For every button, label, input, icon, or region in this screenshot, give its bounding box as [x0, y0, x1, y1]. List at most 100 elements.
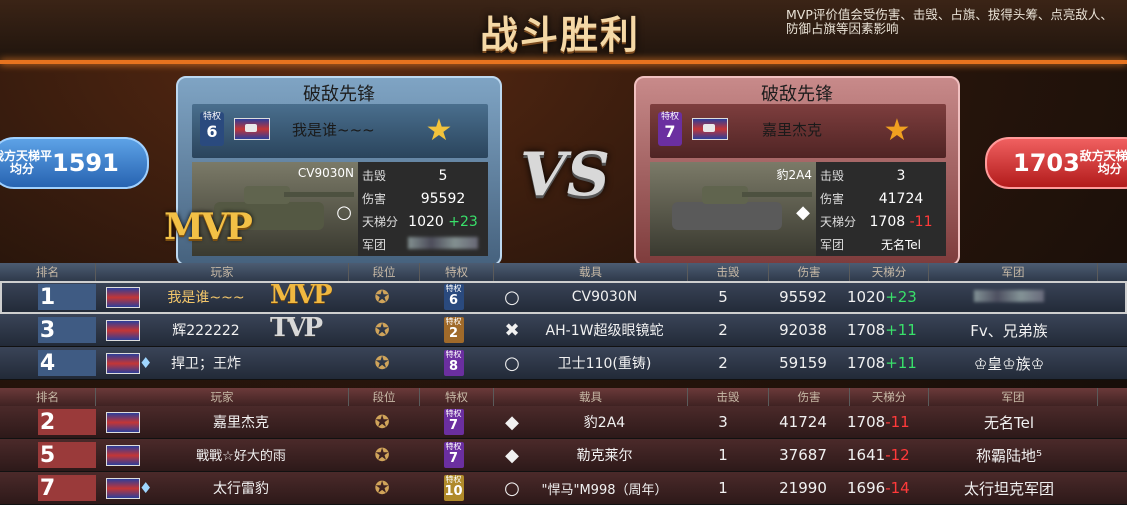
card-details: 豹2A4 ◆ 击毁 3 伤害 41724 天梯分 1708 -11 军团 无名Tel	[650, 162, 946, 256]
card-title: 破敌先锋	[761, 84, 833, 105]
kills-value: 1	[718, 446, 728, 464]
enemy-average-value: 1703	[1013, 149, 1080, 177]
stats: 击毁 3 伤害 41724 天梯分 1708 -11 军团 无名Tel	[820, 164, 944, 256]
header-kills: 击毁	[688, 263, 769, 281]
kills-value: 3	[718, 413, 728, 431]
ladder-value: 1708	[847, 321, 886, 339]
table-row[interactable]: 3 辉222222 TVP ✪ 特权 2 ✖ AH-1W超级眼镜蛇 2 92038 …	[0, 313, 1127, 347]
privilege-label: 特权	[202, 112, 221, 122]
privilege-badge: 特权 6	[443, 284, 464, 310]
header-rank: 排名	[0, 388, 96, 406]
vehicle-class-icon: ◆	[505, 444, 519, 466]
player-name: 嘉里杰克	[762, 121, 823, 139]
battle-result-title: 战斗胜利	[479, 12, 640, 57]
header-privilege: 特权	[420, 388, 494, 406]
player-name: 我是谁~~~	[292, 121, 375, 139]
damage-value: 41724	[779, 413, 827, 431]
card-player-row: 特权 6 我是谁~~~ ★	[192, 104, 488, 158]
tier-icon: ✪	[374, 444, 390, 466]
flag-icon	[692, 118, 728, 140]
card-title: 破敌先锋	[303, 84, 375, 105]
player-name: 捍卫；王炸	[171, 356, 241, 372]
table-row[interactable]: 4 ♦ 捍卫；王炸 ✪ 特权 8 ○ 卫士110(重铸) 2 59159 1708+…	[0, 347, 1127, 380]
mvp-note: MVP评价值会受伤害、击毁、占旗、拔得头筹、点亮敌人、防御占旗等因素影响	[786, 7, 1113, 36]
flag-icon	[106, 320, 140, 341]
mvp-badge-icon: MVP	[270, 280, 332, 310]
ladder-label: 天梯分	[820, 215, 857, 229]
damage-label: 伤害	[362, 192, 387, 206]
flag-icon	[106, 353, 140, 374]
player-name: 我是谁~~~	[167, 290, 245, 306]
ladder-delta: +11	[885, 354, 917, 372]
flag-icon	[106, 445, 140, 466]
damage-label: 伤害	[820, 192, 845, 206]
flag-icon	[106, 287, 140, 308]
table-row[interactable]: 1 我是谁~~~ MVP ✪ 特权 6 ○ CV9030N 5 95592 1020…	[0, 280, 1127, 314]
table-row[interactable]: 7 ♦ 太行雷豹 ✪ 特权 10 ○ "悍马"M998（周年） 1 21990 16…	[0, 472, 1127, 505]
guild-label: 军团	[820, 238, 845, 252]
rank-value: 1	[39, 284, 56, 310]
card-player-row: 特权 7 嘉里杰克 ★	[650, 104, 946, 158]
header-player: 玩家	[96, 388, 349, 406]
privilege-badge: 特权 6	[200, 112, 224, 146]
ladder-delta: -11	[909, 213, 933, 230]
privilege-level: 6	[206, 122, 218, 141]
ladder-value: 1708	[869, 213, 906, 230]
header-vehicle: 载具	[494, 388, 688, 406]
rank-value: 5	[39, 442, 56, 468]
ladder-value: 1696	[847, 479, 886, 497]
ladder-label: 天梯分	[362, 215, 399, 229]
table-row[interactable]: 2 嘉里杰克 ✪ 特权 7 ◆ 豹2A4 3 41724 1708-11 无名Tel	[0, 406, 1127, 439]
kills-value: 1	[718, 479, 728, 497]
guild-blurred	[408, 236, 478, 249]
flag-icon	[106, 478, 140, 499]
divider	[0, 60, 1127, 64]
enemy-top-card[interactable]: 破敌先锋 特权 7 嘉里杰克 ★ 豹2A4 ◆ 击毁 3 伤害 41724 天梯分 17…	[634, 76, 960, 266]
privilege-level: 2	[448, 326, 459, 341]
table-row[interactable]: 5 戰戰☆好大的雨 ✪ 特权 7 ◆ 勒克莱尔 1 37687 1641-12 称霸…	[0, 439, 1127, 472]
guild-blurred	[974, 290, 1044, 302]
guild-name: Fv、兄弟族	[970, 321, 1048, 340]
kills-value: 2	[718, 354, 728, 372]
privilege-level: 10	[444, 484, 463, 499]
damage-value: 59159	[779, 354, 827, 372]
guild-label: 军团	[362, 238, 387, 252]
enemy-table-header: 排名 玩家 段位 特权 载具 击毁 伤害 天梯分 军团	[0, 388, 1127, 406]
damage-value: 37687	[779, 446, 827, 464]
guild-name: 无名Tel	[983, 413, 1034, 432]
vehicle-name: CV9030N	[571, 289, 638, 305]
privilege-label: 特权	[445, 284, 462, 293]
ally-table-header: 排名 玩家 段位 特权 载具 击毁 伤害 天梯分 军团	[0, 263, 1127, 281]
ally-average-badge: 我方天梯平均分 1591	[0, 137, 149, 189]
privilege-level: 6	[448, 293, 459, 308]
damage-value: 21990	[779, 479, 827, 497]
ladder-value: 1708	[847, 413, 886, 431]
vs-logo: VS	[520, 140, 610, 210]
guild-name: 称霸陆地⁵	[975, 446, 1042, 465]
enemy-average-label: 敌方天梯平均分	[1079, 149, 1127, 176]
privilege-label: 特权	[445, 350, 462, 359]
privilege-level: 7	[448, 451, 459, 466]
privilege-badge: 特权 7	[443, 442, 464, 468]
tvp-badge-icon: TVP	[270, 313, 323, 343]
damage-value: 92038	[779, 321, 827, 339]
kills-label: 击毁	[820, 169, 845, 183]
player-name: 戰戰☆好大的雨	[196, 449, 286, 464]
header-ladder: 天梯分	[850, 388, 929, 406]
header-guild: 军团	[929, 388, 1098, 406]
vehicle-class-icon: ◆	[505, 411, 519, 433]
ally-average-value: 1591	[52, 149, 119, 177]
diamond-icon: ♦	[139, 479, 153, 497]
privilege-badge: 特权 7	[443, 409, 464, 435]
privilege-label: 特权	[445, 317, 462, 326]
privilege-label: 特权	[445, 442, 462, 451]
damage-value: 95592	[779, 288, 827, 306]
privilege-badge: 特权 2	[443, 317, 464, 343]
header-ladder: 天梯分	[850, 263, 929, 281]
guild-value: 无名Tel	[880, 238, 921, 252]
kills-value: 3	[896, 167, 906, 184]
rank-value: 7	[39, 475, 56, 501]
kills-value: 5	[718, 288, 728, 306]
ladder-delta: +23	[885, 288, 917, 306]
vehicle-name: 豹2A4	[583, 415, 626, 431]
